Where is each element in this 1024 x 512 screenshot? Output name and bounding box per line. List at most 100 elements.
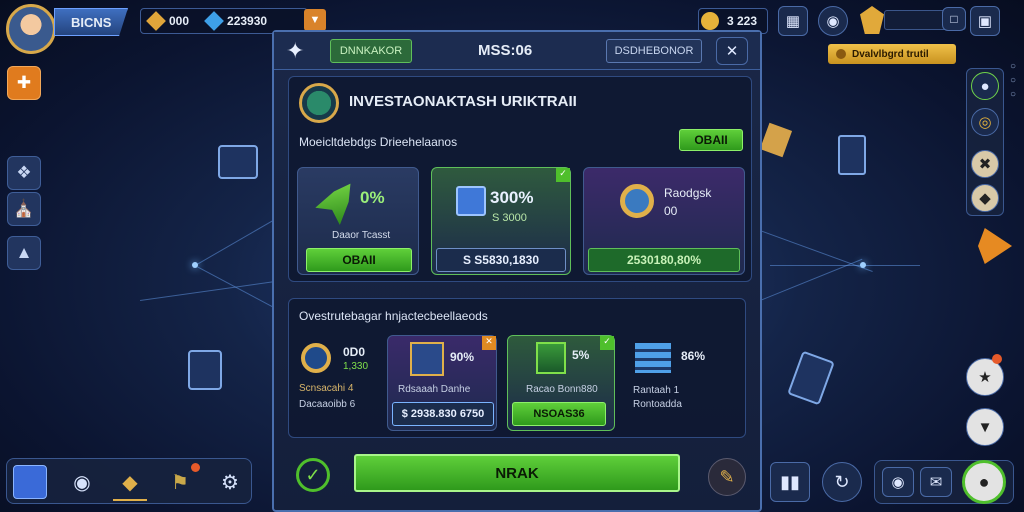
upgrade-card-4[interactable]: 86% Rantaah 1 Rontoadda (625, 335, 741, 431)
invest-card-3-button[interactable]: 2530180,80% (588, 248, 740, 272)
chat-bubble-button[interactable]: ▼ (966, 408, 1004, 446)
side-dots: ○ ○ ○ (1010, 61, 1017, 100)
upgrade-card-2[interactable]: ✕ 90% Rdsaaah Danhe $ 2938.830 6750 (387, 335, 497, 431)
modal-header: ✦ DNNKAKOR MSS:06 DSDHEBONOR ✕ (274, 32, 760, 70)
fullscreen-button[interactable]: ▣ (970, 6, 1000, 36)
quest-icon (836, 49, 846, 59)
upgrade-corner-check-icon: ✓ (600, 336, 614, 350)
invest-card-3-label: 00 (664, 204, 678, 218)
puzzle-button[interactable]: ❖ (7, 156, 41, 190)
invest-card-1-label: Daaor Tcasst (332, 230, 391, 241)
safe-icon (456, 186, 486, 216)
investment-modal: ✦ DNNKAKOR MSS:06 DSDHEBONOR ✕ INVESTAON… (272, 30, 762, 512)
invest-card-2-button[interactable]: S S5830,1830 (436, 248, 566, 272)
floating-card-icon (759, 122, 793, 158)
floating-book-icon (838, 135, 866, 175)
tools-icon (620, 184, 654, 218)
upgrade-card-4-value: 86% (681, 349, 706, 363)
investment-badge-icon (299, 83, 339, 123)
confirm-check-button[interactable]: ✓ (296, 458, 330, 492)
upgrade-card-1[interactable]: 0D0 1,330 Scnsacahi 4 Dacaaoibb 6 (295, 335, 381, 431)
upgrade-card-1-value: 0D0 (343, 345, 366, 359)
player-name-plate[interactable]: BICNS (54, 8, 128, 36)
dock-alert-dot-icon (191, 463, 200, 472)
upgrade-card-2-button[interactable]: $ 2938.830 6750 (392, 402, 494, 426)
bottom-camera-button[interactable]: ◉ (882, 467, 914, 497)
upgrade-card-3-button[interactable]: NSOAS36 (512, 402, 606, 426)
bottom-speech-button[interactable]: ● (962, 460, 1006, 504)
upgrade-card-1-sub: 1,330 (343, 361, 369, 372)
investment-heading: INVESTAONAKTASH URIKTRAII (349, 93, 577, 110)
upgrade-card-2-label1: Rdsaaah Danhe (398, 384, 471, 395)
upgrade-corner-x-icon: ✕ (482, 336, 496, 350)
bottom-dock: ◉ ◆ ⚑ ⚙ (6, 458, 252, 504)
edit-pencil-button[interactable]: ✎ (708, 458, 746, 496)
invest-card-1[interactable]: 0% Daaor Tcasst OBAII (297, 167, 419, 275)
invest-card-1-button[interactable]: OBAII (306, 248, 412, 272)
player-avatar[interactable] (6, 4, 56, 54)
investment-header-button[interactable]: OBAII (679, 129, 743, 151)
upgrade-card-1-label1: Scnsacahi 4 (299, 383, 354, 394)
dock-camera-icon[interactable]: ◉ (65, 465, 99, 499)
building-button[interactable]: ⛪ (7, 192, 41, 226)
tab-left[interactable]: DNNKAKOR (330, 39, 412, 63)
tab-right[interactable]: DSDHEBONOR (606, 39, 702, 63)
shield-button[interactable]: ◆ (971, 184, 999, 212)
dock-diamond-icon[interactable]: ◆ (113, 465, 147, 499)
bottom-tools-button[interactable]: ▮▮ (770, 462, 810, 502)
upgrade-card-4-label1: Rantaah 1 (633, 385, 680, 396)
trophy-icon[interactable] (860, 6, 884, 34)
run-button[interactable]: ✖ (971, 150, 999, 178)
profile-globe-button[interactable]: ◉ (818, 6, 848, 36)
quest-text: Dvalvlbgrd trutil (852, 48, 929, 60)
dock-map-icon[interactable] (13, 465, 47, 499)
bottom-refresh-button[interactable]: ↻ (822, 462, 862, 502)
invest-card-3-value: Raodgsk (664, 186, 712, 200)
shop-button[interactable]: ✚ (7, 66, 41, 100)
main-action-button[interactable]: NRAK (354, 454, 680, 492)
window-button[interactable]: □ (942, 7, 966, 31)
floating-phone-right-icon (787, 350, 835, 406)
resource-dropdown-button[interactable]: ▼ (304, 9, 326, 31)
invest-card-2-value: 300% (490, 188, 534, 207)
upgrade-card-3-label1: Racao Bonn880 (526, 384, 598, 395)
floating-device-icon (218, 145, 258, 179)
dock-active-underline (113, 499, 147, 501)
upgrade-card-2-value: 90% (450, 350, 475, 364)
chart-icon (536, 342, 566, 374)
alert-button[interactable]: ▲ (7, 236, 41, 270)
gold-amount: 000 (169, 14, 190, 28)
upgrade-section: Ovestrutebagar hnjactecbeellaeods 0D0 1,… (288, 298, 746, 438)
upgrade-card-1-label2: Dacaaoibb 6 (299, 399, 356, 410)
coin-icon (701, 12, 719, 30)
invest-card-3[interactable]: Raodgsk 00 2530180,80% (583, 167, 745, 275)
modal-title: MSS:06 (478, 42, 533, 59)
gold-gem-icon (146, 11, 166, 31)
invest-card-2[interactable]: ✓ 300% S 3000 S S5830,1830 (431, 167, 571, 275)
map-button[interactable]: ● (971, 72, 999, 100)
player-name: BICNS (71, 14, 112, 30)
quest-banner[interactable]: Dvalvlbgrd trutil (828, 44, 956, 64)
dock-settings-icon[interactable]: ⚙ (213, 465, 247, 499)
magnifier-icon (301, 343, 331, 373)
rocket-icon (315, 175, 363, 225)
invest-card-1-value: 0% (360, 188, 385, 207)
settings-star-icon[interactable]: ✦ (286, 38, 304, 64)
blue-gem-icon (204, 11, 224, 31)
upgrade-card-3[interactable]: ✓ 5% Racao Bonn880 NSOAS36 (507, 335, 615, 431)
upgrade-card-3-value: 5% (572, 348, 590, 362)
invest-card-2-label: S 3000 (492, 212, 527, 224)
upgrade-card-4-label2: Rontoadda (633, 399, 682, 410)
target-button[interactable]: ◎ (971, 108, 999, 136)
stack-icon (635, 343, 671, 373)
upgrade-heading: Ovestrutebagar hnjactecbeellaeods (299, 309, 488, 323)
bottom-chat-button[interactable]: ✉ (920, 467, 952, 497)
investment-section: INVESTAONAKTASH URIKTRAII Moeicltdebdgs … (288, 76, 752, 282)
coin-amount: 3 223 (727, 14, 758, 28)
expand-arrow-button[interactable] (978, 228, 1012, 264)
floating-phone-icon (188, 350, 222, 390)
investment-subheading: Moeicltdebdgs Drieehelaanos (299, 135, 458, 149)
gem-amount: 223930 (227, 14, 268, 28)
close-button[interactable]: ✕ (716, 37, 748, 65)
grid-menu-button[interactable]: ▦ (778, 6, 808, 36)
